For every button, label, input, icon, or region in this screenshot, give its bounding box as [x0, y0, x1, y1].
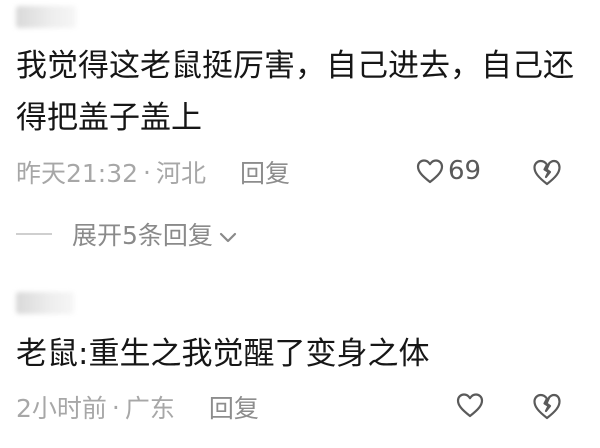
comment-location: 河北: [156, 159, 207, 188]
expand-divider-line: [16, 233, 52, 235]
heart-outline-icon: [456, 393, 484, 418]
meta-separator: ·: [143, 157, 151, 187]
dislike-button[interactable]: [532, 392, 562, 424]
comment-text: 我觉得这老鼠挺厉害，自己进去，自己还得把盖子盖上: [16, 48, 574, 136]
commenter-username[interactable]: 觉: [16, 6, 76, 28]
reply-button[interactable]: 回复: [209, 389, 259, 425]
expand-replies-label: 展开5条回复: [72, 221, 213, 250]
like-button[interactable]: 69: [416, 156, 481, 186]
commenter-username[interactable]: 贺: [16, 292, 74, 314]
username-text: 贺: [16, 292, 17, 293]
dislike-button[interactable]: [532, 158, 562, 190]
broken-heart-icon: [533, 159, 561, 186]
comment-location: 广东: [124, 394, 175, 423]
comment-time: 2小时前: [16, 394, 107, 423]
comment-time: 昨天21:32: [16, 159, 139, 188]
comment-meta: 昨天21:32 · 河北 回复: [16, 154, 290, 190]
comment-meta: 2小时前 · 广东 回复: [16, 389, 259, 425]
comment-text: 老鼠:重生之我觉醒了变身之体: [16, 336, 430, 372]
expand-replies-button[interactable]: 展开5条回复: [16, 216, 237, 252]
broken-heart-icon: [533, 393, 561, 420]
like-count: 69: [448, 156, 482, 186]
meta-separator: ·: [111, 392, 120, 422]
username-text: 觉: [16, 6, 17, 7]
reply-button[interactable]: 回复: [240, 154, 290, 190]
heart-outline-icon: [416, 159, 444, 184]
like-button[interactable]: [456, 392, 488, 418]
chevron-down-icon: [219, 220, 237, 249]
